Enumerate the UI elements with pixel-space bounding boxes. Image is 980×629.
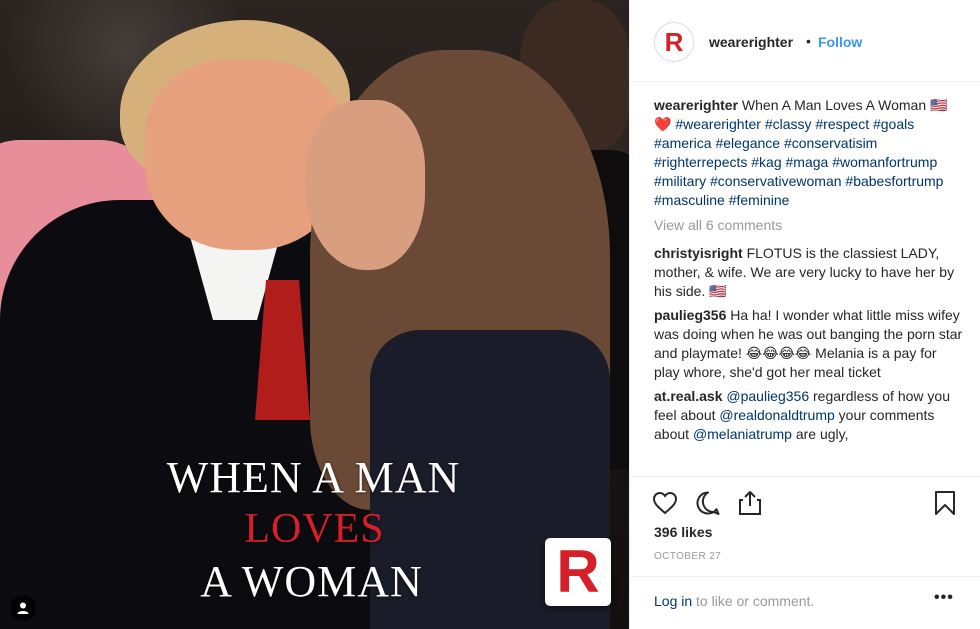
caption-username[interactable]: wearerighter (654, 97, 738, 113)
comment-mention[interactable]: @paulieg356 (723, 388, 809, 404)
comment-username[interactable]: christyisright (654, 245, 743, 261)
header-username[interactable]: wearerighter (709, 34, 793, 50)
person-icon (17, 602, 29, 614)
comment-item: christyisright FLOTUS is the classiest L… (654, 244, 964, 301)
woman-face (305, 100, 425, 270)
comment-button[interactable] (693, 488, 723, 518)
brand-logo: R (545, 538, 611, 606)
login-text: to like or comment. (692, 593, 815, 609)
caption-hashtags[interactable]: #wearerighter #classy #respect #goals #a… (654, 116, 943, 208)
login-prompt: Log in to like or comment. (654, 593, 814, 609)
share-button[interactable] (735, 488, 765, 518)
comment-mention[interactable]: @realdonaldtrump (719, 407, 834, 423)
comment-item: at.real.ask @paulieg356 regardless of ho… (654, 387, 964, 444)
comment-item: paulieg356 Ha ha! I wonder what little m… (654, 306, 964, 382)
bookmark-icon (935, 491, 955, 515)
follow-button[interactable]: Follow (818, 34, 862, 50)
like-button[interactable] (650, 488, 680, 518)
comment-footer: Log in to like or comment. ••• (630, 576, 980, 629)
avatar[interactable]: R (654, 22, 694, 62)
comments-list[interactable]: wearerighter When A Man Loves A Woman 🇺🇸… (654, 96, 964, 476)
post-photo[interactable]: WHEN A MAN LOVES A WOMAN R (0, 0, 629, 629)
comment-username[interactable]: paulieg356 (654, 307, 726, 323)
comment-text: are ugly, (791, 426, 849, 442)
comment-username[interactable]: at.real.ask (654, 388, 723, 404)
save-button[interactable] (930, 488, 960, 518)
header-separator: • (806, 33, 811, 49)
heart-icon (652, 491, 678, 515)
share-icon (739, 491, 761, 515)
post-sidebar: R wearerighter • Follow wearerighter Whe… (629, 0, 980, 629)
overlay-line-1: WHEN A MAN (166, 453, 461, 502)
brand-logo-letter: R (556, 538, 600, 605)
comment-mention[interactable]: @melaniatrump (693, 426, 792, 442)
post-header: R wearerighter • Follow (630, 0, 980, 82)
avatar-letter: R (664, 27, 684, 57)
more-options-button[interactable]: ••• (934, 589, 954, 607)
view-all-comments-link[interactable]: View all 6 comments (654, 216, 964, 235)
likes-count[interactable]: 396 likes (654, 524, 712, 540)
tagged-user-button[interactable] (10, 595, 36, 621)
login-link[interactable]: Log in (654, 593, 692, 609)
post-date[interactable]: OCTOBER 27 (654, 551, 721, 562)
comment-icon (696, 491, 720, 515)
overlay-line-3: A WOMAN (200, 557, 423, 606)
overlay-line-2: LOVES (244, 506, 385, 552)
caption: wearerighter When A Man Loves A Woman 🇺🇸… (654, 96, 964, 210)
